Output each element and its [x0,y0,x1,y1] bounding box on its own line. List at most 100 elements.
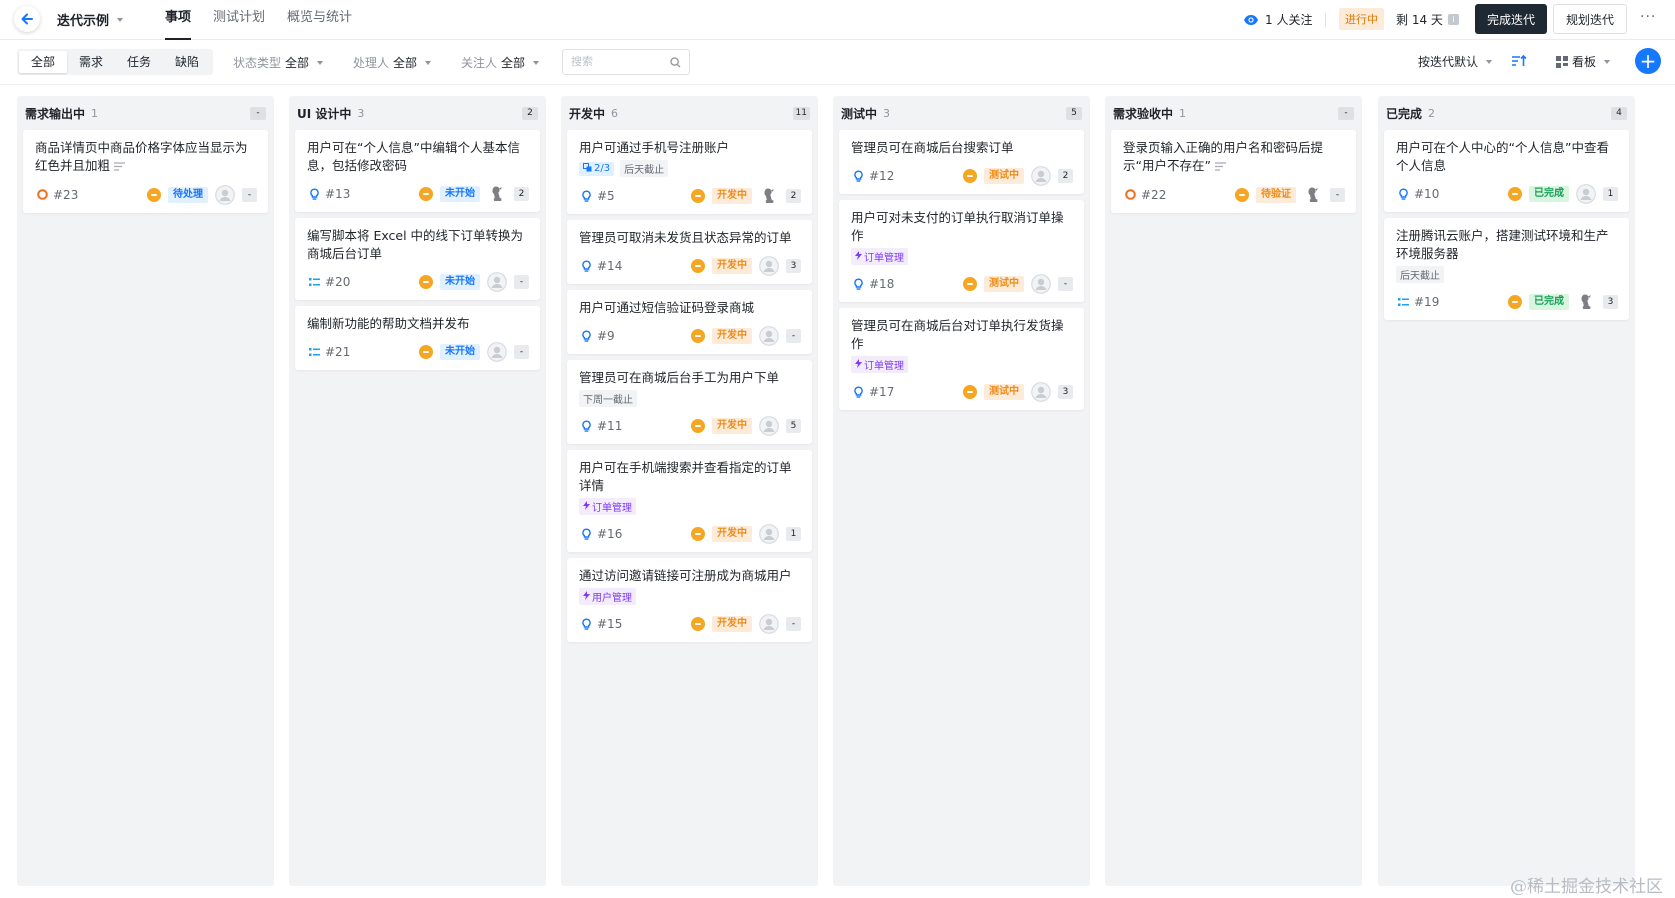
priority-medium-icon[interactable] [691,189,705,203]
priority-medium-icon[interactable] [691,527,705,541]
priority-medium-icon[interactable] [1508,187,1522,201]
story-points[interactable]: 2 [1058,169,1073,183]
priority-medium-icon[interactable] [419,345,433,359]
priority-medium-icon[interactable] [963,277,977,291]
status-tag[interactable]: 已完成 [1529,294,1569,310]
status-tag[interactable]: 开发中 [712,328,752,344]
story-points[interactable]: 2 [786,189,801,203]
priority-medium-icon[interactable] [691,329,705,343]
status-tag[interactable]: 开发中 [712,616,752,632]
story-points[interactable]: - [514,275,529,289]
issue-card[interactable]: 用户可在手机端搜索并查看指定的订单详情 订单管理 #16 开发中 1 [567,450,812,552]
status-tag[interactable]: 开发中 [712,258,752,274]
segment-story[interactable]: 需求 [67,51,115,73]
status-tag[interactable]: 待处理 [168,186,208,203]
priority-medium-icon[interactable] [691,259,705,273]
issue-card[interactable]: 管理员可在商城后台对订单执行发货操作 订单管理 #17 测试中 3 [839,308,1084,410]
issue-card[interactable]: 用户可通过手机号注册账户 2/3 后天截止 #5 开发中 2 [567,130,812,214]
issue-card[interactable]: 登录页输入正确的用户名和密码后提示“用户不存在” #22 待验证 - [1111,130,1356,213]
status-tag[interactable]: 未开始 [440,274,480,290]
avatar[interactable] [759,256,779,276]
plan-iteration-button[interactable]: 规划迭代 [1553,4,1627,34]
avatar[interactable] [1303,184,1323,205]
sort-order-button[interactable] [1511,54,1527,68]
issue-card[interactable]: 管理员可在商城后台搜索订单 #12 测试中 2 [839,130,1084,194]
story-points[interactable]: 1 [786,527,801,541]
story-points[interactable]: 5 [786,419,801,433]
status-tag[interactable]: 未开始 [440,186,480,202]
priority-medium-icon[interactable] [1508,295,1522,309]
status-tag[interactable]: 测试中 [984,276,1024,292]
priority-medium-icon[interactable] [963,385,977,399]
issue-card[interactable]: 用户可通过短信验证码登录商城 #9 开发中 - [567,290,812,354]
avatar[interactable] [759,186,779,206]
story-points[interactable]: - [514,345,529,359]
avatar[interactable] [1576,184,1596,204]
story-points[interactable]: 1 [1603,187,1618,201]
avatar[interactable] [487,342,507,362]
search-input[interactable]: 搜索 [562,49,690,75]
category-tag[interactable]: 订单管理 [579,498,636,515]
assignee-filter[interactable]: 处理人 全部 [353,54,432,71]
segment-all[interactable]: 全部 [19,51,68,73]
view-selector[interactable]: 看板 [1556,53,1611,70]
status-type-filter[interactable]: 状态类型 全部 [233,54,324,71]
category-tag[interactable]: 订单管理 [851,356,908,373]
story-points[interactable]: - [1330,187,1345,202]
story-points[interactable]: - [786,329,801,343]
avatar[interactable] [759,416,779,436]
avatar[interactable] [759,524,779,544]
issue-card[interactable]: 商品详情页中商品价格字体应当显示为红色并且加粗 #23 待处理 - [23,130,268,213]
category-tag[interactable]: 订单管理 [851,248,908,265]
status-tag[interactable]: 已完成 [1529,186,1569,202]
priority-medium-icon[interactable] [691,419,705,433]
story-points[interactable]: - [786,617,801,631]
back-button[interactable] [14,6,40,32]
issue-card[interactable]: 管理员可在商城后台手工为用户下单 下周一截止 #11 开发中 5 [567,360,812,444]
status-tag[interactable]: 开发中 [712,418,752,434]
issue-card[interactable]: 注册腾讯云账户，搭建测试环境和生产环境服务器 后天截止 #19 已完成 3 [1384,218,1629,320]
status-tag[interactable]: 未开始 [440,344,480,360]
avatar[interactable] [487,272,507,292]
avatar[interactable] [759,326,779,346]
segment-task[interactable]: 任务 [115,51,163,73]
priority-medium-icon[interactable] [1235,187,1249,202]
status-tag[interactable]: 待验证 [1256,186,1296,203]
issue-card[interactable]: 编写脚本将 Excel 中的线下订单转换为商城后台订单 #20 未开始 - [295,218,540,300]
status-tag[interactable]: 测试中 [984,384,1024,400]
issue-card[interactable]: 通过访问邀请链接可注册成为商城用户 用户管理 #15 开发中 - [567,558,812,642]
avatar[interactable] [1031,382,1051,402]
priority-medium-icon[interactable] [419,275,433,289]
story-points[interactable]: 2 [514,187,529,201]
priority-medium-icon[interactable] [147,187,161,202]
story-points[interactable]: 3 [1058,385,1073,399]
avatar[interactable] [487,184,507,204]
project-selector[interactable]: 迭代示例 [57,10,124,29]
sort-selector[interactable]: 按迭代默认 [1418,53,1493,70]
priority-medium-icon[interactable] [691,617,705,631]
tab-test-plan[interactable]: 测试计划 [213,0,265,40]
issue-card[interactable]: 管理员可取消未发货且状态异常的订单 #14 开发中 3 [567,220,812,284]
story-points[interactable]: 3 [1603,295,1618,309]
issue-card[interactable]: 用户可在个人中心的“个人信息”中查看个人信息 #10 已完成 1 [1384,130,1629,212]
watchers[interactable]: 1 人关注 [1243,11,1312,28]
info-icon[interactable]: i [1447,14,1459,25]
avatar[interactable] [759,614,779,634]
avatar[interactable] [1576,292,1596,312]
avatar[interactable] [1031,166,1051,186]
issue-card[interactable]: 用户可在“个人信息”中编辑个人基本信息，包括修改密码 #13 未开始 2 [295,130,540,212]
tab-overview[interactable]: 概览与统计 [287,0,352,40]
segment-defect[interactable]: 缺陷 [163,51,211,73]
story-points[interactable]: - [242,187,257,202]
story-points[interactable]: - [1058,277,1073,291]
avatar[interactable] [215,184,235,205]
issue-card[interactable]: 用户可对未支付的订单执行取消订单操作 订单管理 #18 测试中 - [839,200,1084,302]
issue-card[interactable]: 编制新功能的帮助文档并发布 #21 未开始 - [295,306,540,370]
add-item-button[interactable]: + [1635,48,1661,74]
status-tag[interactable]: 开发中 [712,188,752,204]
story-points[interactable]: 3 [786,259,801,273]
more-icon[interactable]: ··· [1640,9,1656,25]
watcher-filter[interactable]: 关注人 全部 [461,54,540,71]
complete-iteration-button[interactable]: 完成迭代 [1475,4,1547,34]
status-tag[interactable]: 开发中 [712,526,752,542]
